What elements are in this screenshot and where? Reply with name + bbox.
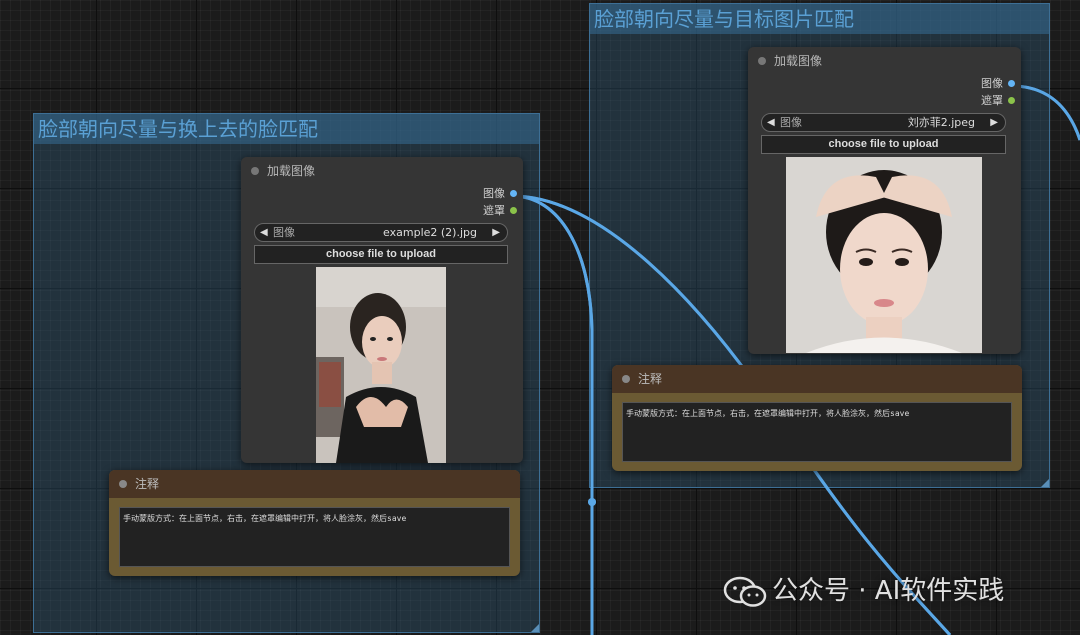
preview-image xyxy=(786,157,982,353)
upload-button[interactable]: choose file to upload xyxy=(254,245,508,264)
watermark: 公众号 · AI软件实践 xyxy=(722,571,1004,611)
note-node-1[interactable]: 注释 手动蒙版方式：在上面节点，右击，在遮罩编辑中打开，将人脸涂灰，然后save xyxy=(109,470,520,576)
collapse-dot-icon[interactable] xyxy=(251,167,259,175)
collapse-dot-icon[interactable] xyxy=(622,375,630,383)
node-header[interactable]: 加载图像 xyxy=(748,47,1021,75)
note-node-2[interactable]: 注释 手动蒙版方式：在上面节点，右击，在遮罩编辑中打开，将人脸涂灰，然后save xyxy=(612,365,1022,471)
node-title: 加载图像 xyxy=(267,164,316,178)
note-title: 注释 xyxy=(638,372,663,386)
load-image-node-1[interactable]: 加载图像 图像 遮罩 ◀ 图像 example2 (2).jpg ▶ choos… xyxy=(241,157,523,463)
output-port-icon[interactable] xyxy=(1008,97,1015,104)
output-label: 遮罩 xyxy=(483,204,505,217)
output-image: 图像 xyxy=(748,75,1021,92)
next-arrow-icon[interactable]: ▶ xyxy=(492,224,500,241)
preview-image xyxy=(316,267,446,463)
output-label: 图像 xyxy=(981,77,1003,90)
note-textarea[interactable]: 手动蒙版方式：在上面节点，右击，在遮罩编辑中打开，将人脸涂灰，然后save xyxy=(119,507,510,567)
upload-button[interactable]: choose file to upload xyxy=(761,135,1006,154)
combo-value: example2 (2).jpg xyxy=(383,226,477,239)
output-image: 图像 xyxy=(241,185,523,202)
output-mask: 遮罩 xyxy=(748,92,1021,109)
output-port-icon[interactable] xyxy=(1008,80,1015,87)
image-combo[interactable]: ◀ 图像 example2 (2).jpg ▶ xyxy=(254,223,508,242)
collapse-dot-icon[interactable] xyxy=(119,480,127,488)
watermark-text: 公众号 · AI软件实践 xyxy=(772,576,1005,606)
prev-arrow-icon[interactable]: ◀ xyxy=(260,224,268,241)
combo-label: 图像 xyxy=(780,116,802,129)
load-image-node-2[interactable]: 加载图像 图像 遮罩 ◀ 图像 刘亦菲2.jpeg ▶ choose file … xyxy=(748,47,1021,354)
note-header[interactable]: 注释 xyxy=(612,365,1022,393)
output-mask: 遮罩 xyxy=(241,202,523,219)
next-arrow-icon[interactable]: ▶ xyxy=(990,114,998,131)
image-combo[interactable]: ◀ 图像 刘亦菲2.jpeg ▶ xyxy=(761,113,1006,132)
note-header[interactable]: 注释 xyxy=(109,470,520,498)
collapse-dot-icon[interactable] xyxy=(758,57,766,65)
output-label: 遮罩 xyxy=(981,94,1003,107)
combo-label: 图像 xyxy=(273,226,295,239)
node-title: 加载图像 xyxy=(774,54,823,68)
output-port-icon[interactable] xyxy=(510,207,517,214)
prev-arrow-icon[interactable]: ◀ xyxy=(767,114,775,131)
note-title: 注释 xyxy=(135,477,160,491)
wechat-logo-icon xyxy=(723,576,767,607)
output-label: 图像 xyxy=(483,187,505,200)
note-textarea[interactable]: 手动蒙版方式：在上面节点，右击，在遮罩编辑中打开，将人脸涂灰，然后save xyxy=(622,402,1012,462)
output-port-icon[interactable] xyxy=(510,190,517,197)
combo-value: 刘亦菲2.jpeg xyxy=(907,116,975,129)
node-header[interactable]: 加载图像 xyxy=(241,157,523,185)
